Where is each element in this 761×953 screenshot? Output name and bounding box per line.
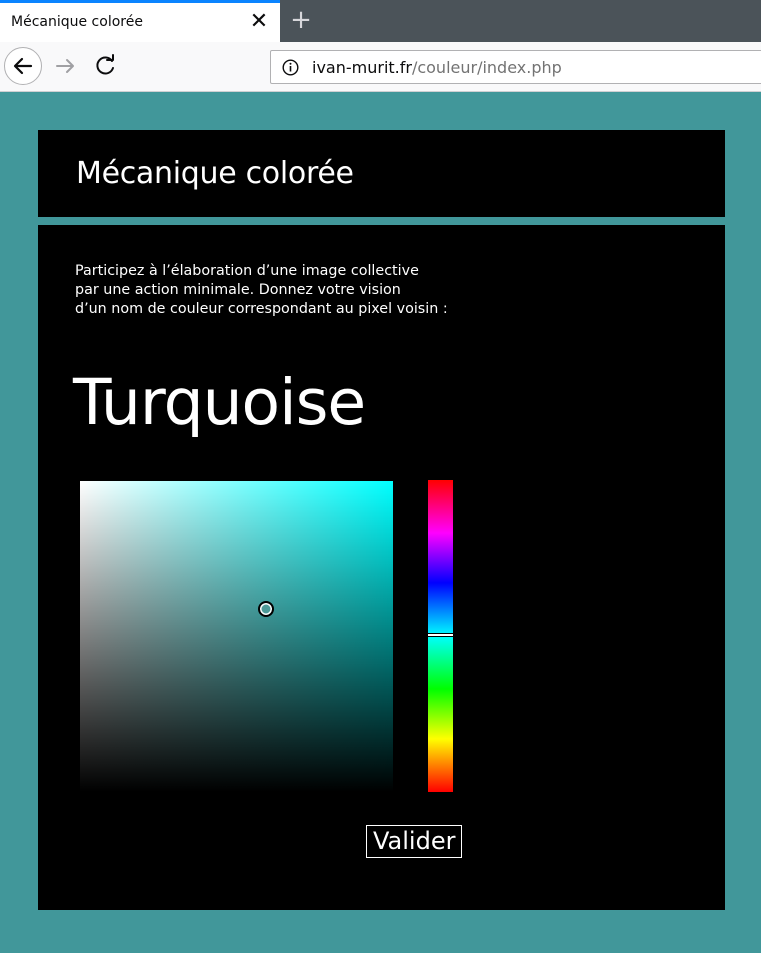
- intro-line: Participez à l’élaboration d’une image c…: [75, 263, 419, 279]
- navigation-bar: ivan-murit.fr/couleur/index.php: [0, 42, 761, 92]
- forward-button[interactable]: [52, 52, 80, 80]
- submit-button[interactable]: Valider: [366, 825, 463, 858]
- tab-title: Mécanique colorée: [11, 14, 143, 30]
- intro-line: d’un nom de couleur correspondant au pix…: [75, 301, 448, 317]
- new-tab-button[interactable]: +: [287, 7, 315, 35]
- tab-strip: Mécanique colorée ✕ +: [0, 0, 761, 42]
- saturation-value-picker[interactable]: [80, 481, 393, 792]
- color-name-heading: Turquoise: [73, 366, 366, 439]
- active-tab[interactable]: Mécanique colorée ✕: [0, 0, 280, 42]
- url-host: ivan-murit.fr: [312, 58, 412, 77]
- back-button[interactable]: [4, 47, 42, 85]
- info-icon[interactable]: [282, 59, 299, 76]
- arrow-right-icon: [56, 59, 74, 73]
- url-text: ivan-murit.fr/couleur/index.php: [312, 58, 562, 77]
- url-bar[interactable]: ivan-murit.fr/couleur/index.php: [270, 50, 761, 84]
- intro-text: Participez à l’élaboration d’une image c…: [75, 262, 495, 319]
- main-panel: Participez à l’élaboration d’une image c…: [38, 225, 725, 910]
- intro-line: par une action minimale. Donnez votre vi…: [75, 282, 401, 298]
- color-picker-handle[interactable]: [258, 601, 274, 617]
- reload-icon: [96, 54, 114, 75]
- reload-button[interactable]: [92, 52, 120, 80]
- hue-slider-handle[interactable]: [428, 633, 453, 637]
- arrow-left-icon: [13, 57, 33, 75]
- close-tab-icon[interactable]: ✕: [247, 11, 271, 35]
- site-header: Mécanique colorée: [38, 130, 725, 217]
- page-title: Mécanique colorée: [76, 156, 354, 191]
- url-path: /couleur/index.php: [411, 58, 562, 77]
